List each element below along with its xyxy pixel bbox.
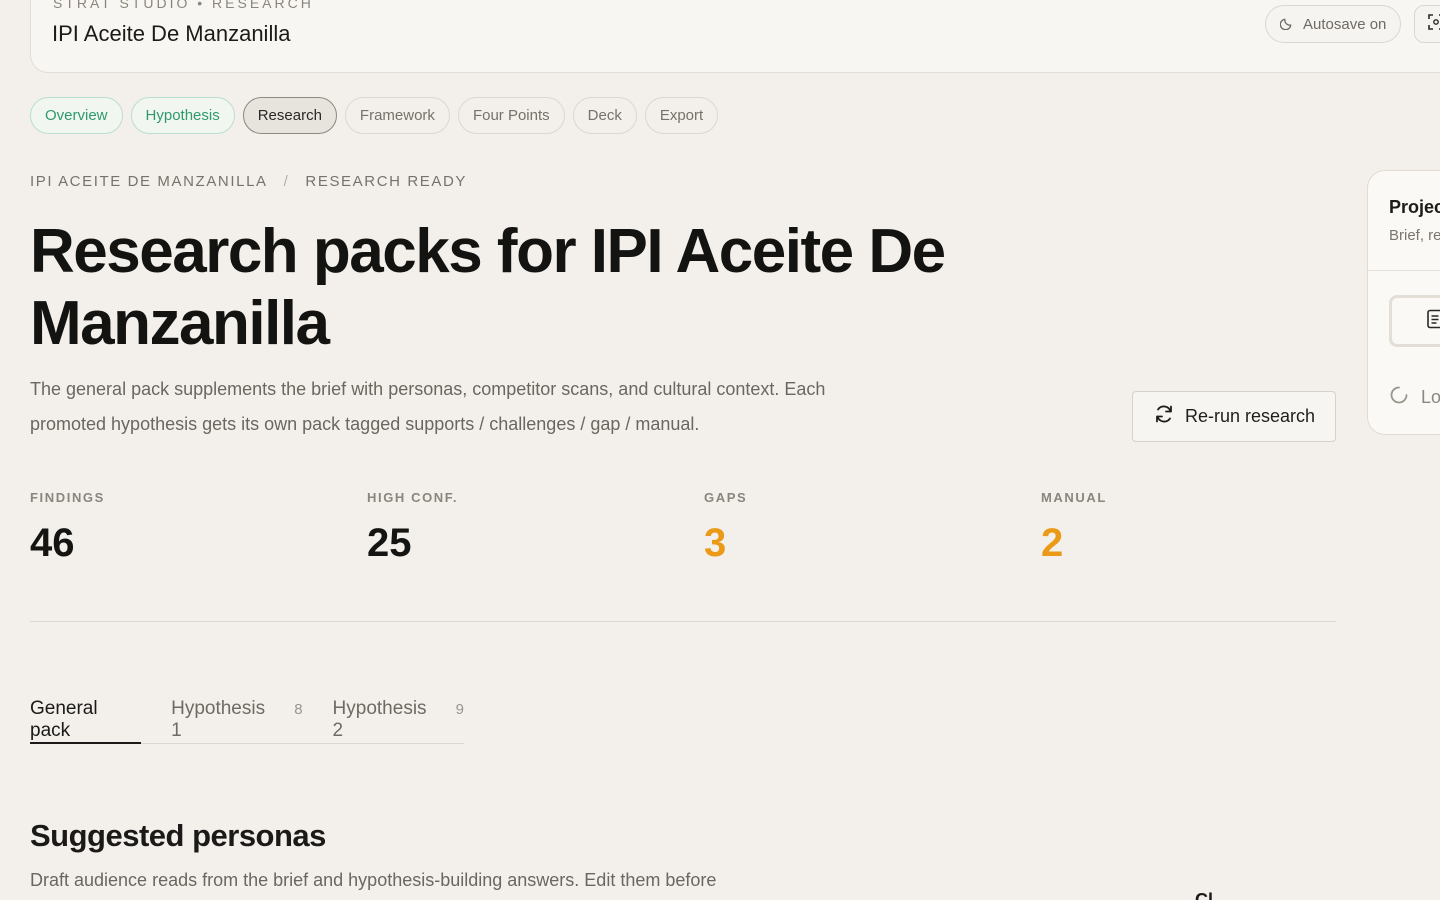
stat-value: 2 xyxy=(1041,521,1064,565)
moon-icon xyxy=(1279,15,1295,34)
app-header: STRAT STUDIO • RESEARCH IPI Aceite De Ma… xyxy=(30,0,1440,73)
stat-label: GAPS xyxy=(704,490,748,505)
autosave-toggle[interactable]: Autosave on xyxy=(1265,5,1402,43)
pack-tab-label: General pack xyxy=(30,698,98,741)
tab-hypothesis[interactable]: Hypothesis xyxy=(130,97,235,134)
stats-row: FINDINGS 46 HIGH CONF. 25 GAPS 3 MANUAL … xyxy=(30,490,1336,622)
pack-tabs: General pack Hypothesis 1 8 Hypothesis 2… xyxy=(30,690,464,744)
section-description: Draft audience reads from the brief and … xyxy=(30,870,717,890)
stat-findings: FINDINGS 46 xyxy=(30,490,105,566)
expand-icon xyxy=(1427,13,1440,36)
stat-value: 46 xyxy=(30,521,75,565)
page-description: The general pack supplements the brief w… xyxy=(30,379,826,434)
app-eyebrow: STRAT STUDIO • RESEARCH xyxy=(53,0,314,11)
side-panel-subtitle: Brief, re xyxy=(1389,227,1440,244)
side-panel-divider xyxy=(1368,270,1440,271)
stat-gaps: GAPS 3 xyxy=(704,490,747,566)
project-side-panel: Projec Brief, re Lo xyxy=(1367,170,1440,435)
side-panel-doc-button[interactable] xyxy=(1389,295,1440,347)
tab-deck[interactable]: Deck xyxy=(572,97,637,134)
document-icon xyxy=(1426,309,1440,334)
tab-four-points[interactable]: Four Points xyxy=(457,97,565,134)
stat-label: MANUAL xyxy=(1041,490,1107,505)
side-panel-title: Projec xyxy=(1389,197,1440,217)
pack-tab-hypothesis-1[interactable]: Hypothesis 1 8 xyxy=(171,690,302,744)
tab-overview[interactable]: Overview xyxy=(30,97,123,134)
autosave-label: Autosave on xyxy=(1303,15,1387,33)
refresh-icon xyxy=(1153,403,1175,430)
stat-manual: MANUAL 2 xyxy=(1041,490,1107,566)
stage-tabs: Overview Hypothesis Research Framework F… xyxy=(30,97,719,134)
app-title: IPI Aceite De Manzanilla xyxy=(52,21,291,46)
breadcrumb: IPI ACEITE DE MANZANILLA / RESEARCH READ… xyxy=(30,173,467,190)
tab-export[interactable]: Export xyxy=(644,97,719,134)
loading-label: Lo xyxy=(1421,387,1440,407)
tab-research[interactable]: Research xyxy=(242,97,337,134)
side-panel-loading: Lo xyxy=(1389,385,1440,410)
stat-value: 25 xyxy=(367,521,412,565)
pack-tab-label: Hypothesis 1 xyxy=(171,698,266,741)
breadcrumb-project[interactable]: IPI ACEITE DE MANZANILLA xyxy=(30,173,268,190)
tab-framework[interactable]: Framework xyxy=(344,97,450,134)
page-title: Research packs for IPI Aceite De Manzani… xyxy=(30,217,946,358)
pack-tab-count: 9 xyxy=(455,701,464,718)
rerun-research-button[interactable]: Re-run research xyxy=(1132,391,1336,442)
stat-label: HIGH CONF. xyxy=(367,490,459,505)
pack-tab-count: 8 xyxy=(294,701,303,718)
pack-tab-hypothesis-2[interactable]: Hypothesis 2 9 xyxy=(333,690,464,744)
breadcrumb-separator: / xyxy=(283,173,290,190)
pack-tab-label: Hypothesis 2 xyxy=(332,698,427,741)
stat-value: 3 xyxy=(704,521,727,565)
rerun-label: Re-run research xyxy=(1184,406,1316,426)
section-title: Suggested personas xyxy=(30,818,326,853)
spinner-icon xyxy=(1389,385,1409,410)
breadcrumb-status: RESEARCH READY xyxy=(305,173,468,190)
stat-high-conf: HIGH CONF. 25 xyxy=(367,490,458,566)
pack-tab-general[interactable]: General pack xyxy=(30,690,142,744)
cut-off-text: Cl xyxy=(1195,890,1213,900)
expand-button[interactable] xyxy=(1414,5,1440,43)
stat-label: FINDINGS xyxy=(30,490,105,505)
